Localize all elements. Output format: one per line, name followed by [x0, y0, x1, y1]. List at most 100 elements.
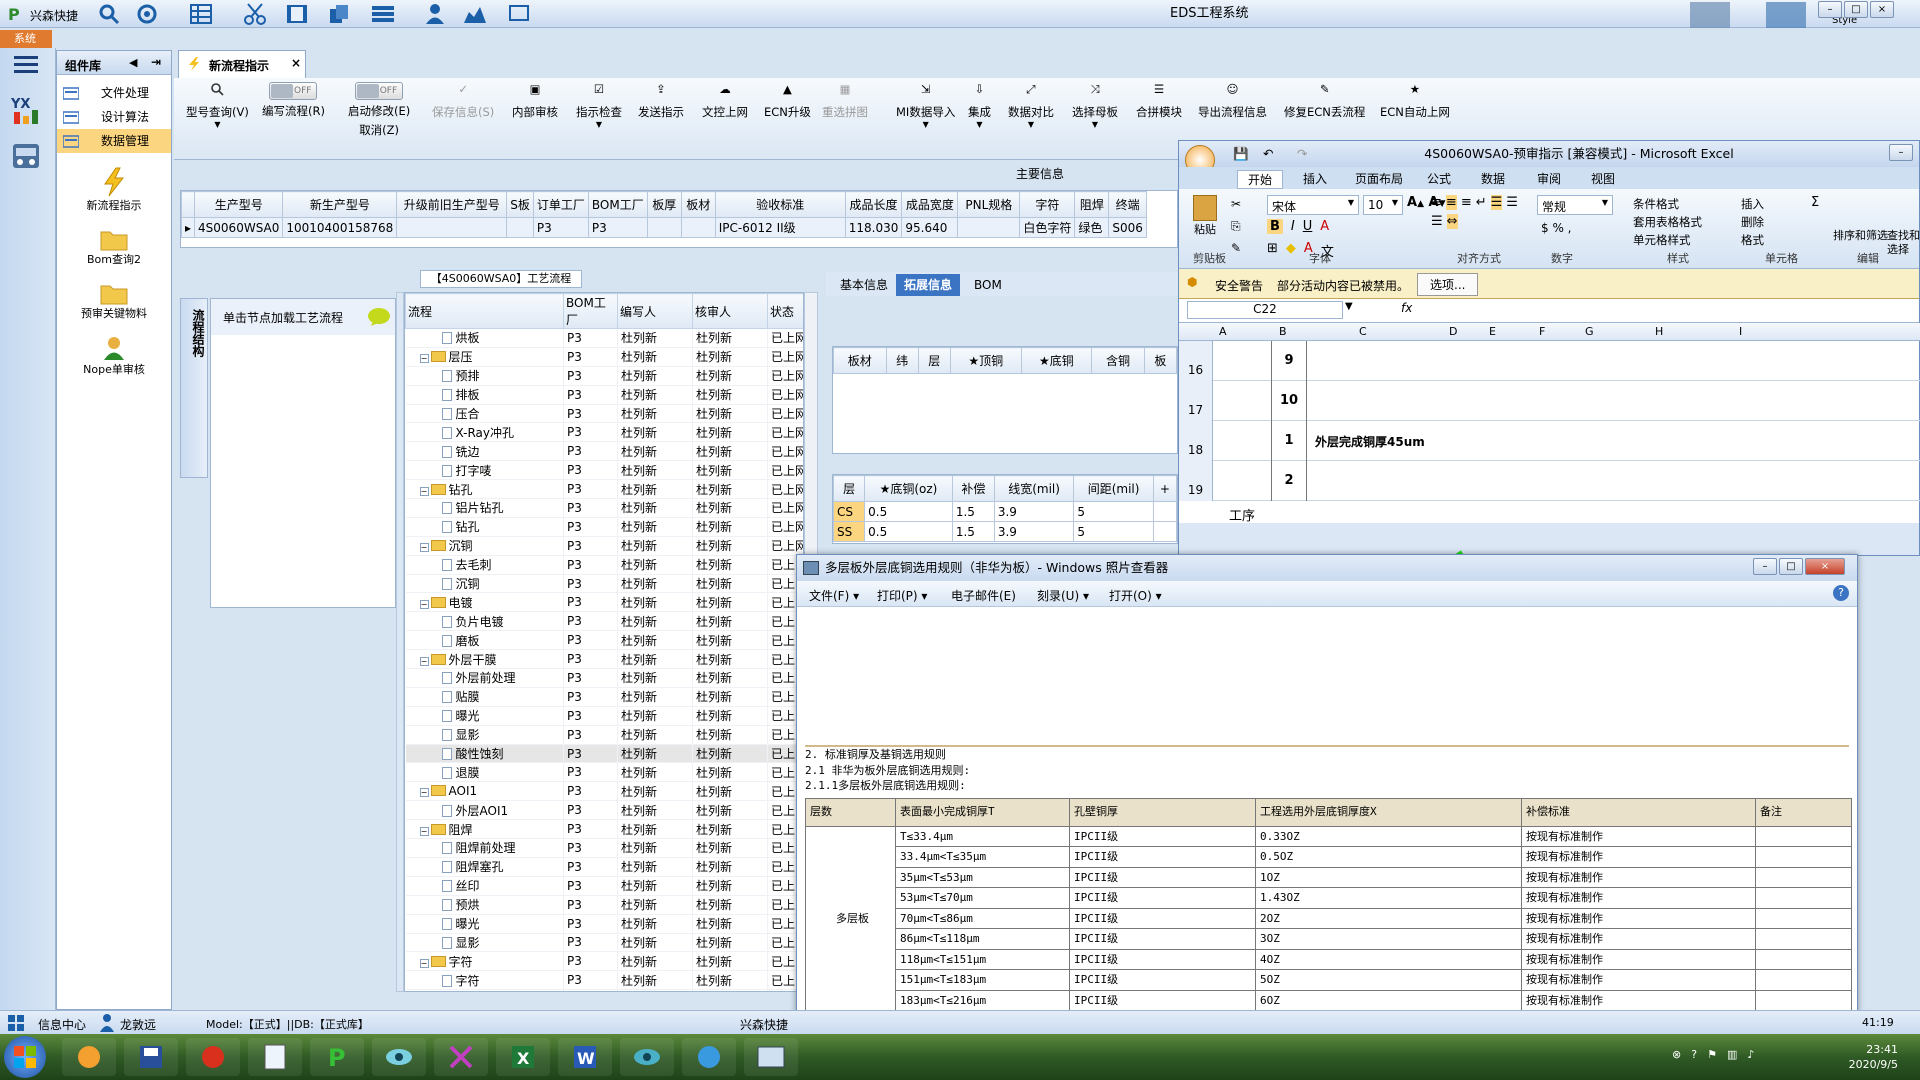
settings-panel-icon[interactable]: [10, 140, 42, 172]
comp-item-algorithm[interactable]: 设计算法: [57, 105, 171, 129]
tree-row[interactable]: 负片电镀 P3 杜列新 杜列新 已上网: [405, 611, 803, 632]
column-header[interactable]: 层: [917, 347, 951, 374]
underline-icon[interactable]: U: [1303, 219, 1313, 234]
excel-row-header[interactable]: 16: [1179, 341, 1213, 381]
tree-row[interactable]: 终固化P3杜列新杜列新已上网: [405, 989, 803, 991]
tree-row[interactable]: 压合 P3 杜列新 杜列新 已上网: [405, 404, 803, 424]
tree-node[interactable]: 贴膜: [405, 687, 564, 707]
menu-icon[interactable]: [14, 54, 38, 74]
expand-icon[interactable]: −: [419, 958, 429, 968]
tree-node[interactable]: − 层压: [405, 347, 564, 367]
taskbar-app-photo[interactable]: [744, 1038, 798, 1076]
column-header[interactable]: 流程: [405, 293, 564, 329]
refresh-icon[interactable]: [134, 2, 160, 26]
align-left-icon[interactable]: ☰: [1490, 195, 1503, 210]
tree-row[interactable]: − 阻焊 P3 杜列新 杜列新 已上网: [405, 819, 803, 840]
align-right-icon[interactable]: ☰: [1431, 214, 1443, 229]
flag-icon[interactable]: ⚑: [1707, 1048, 1717, 1061]
save-icon[interactable]: 💾: [1233, 141, 1249, 167]
cell-style-button[interactable]: 单元格样式: [1633, 231, 1702, 249]
excel-row[interactable]: 17 10: [1179, 381, 1920, 421]
comp-item-data[interactable]: 数据管理: [57, 129, 171, 153]
fill-color-icon[interactable]: ◆: [1286, 241, 1296, 260]
nope-review-item[interactable]: Nope单审核: [57, 335, 171, 377]
maximize-icon[interactable]: □: [1844, 1, 1868, 18]
new-flow-item[interactable]: 新流程指示: [57, 167, 171, 213]
expand-icon[interactable]: −: [419, 354, 429, 364]
copy-icon[interactable]: [326, 2, 352, 26]
excel-column-header[interactable]: F: [1539, 325, 1545, 338]
excel-row[interactable]: 16 9: [1179, 341, 1920, 381]
sum-icon[interactable]: Σ: [1811, 195, 1819, 210]
start-edit-toggle[interactable]: OFF 启动修改(E) 取消(Z): [348, 82, 410, 138]
taskbar-app-eye[interactable]: [372, 1038, 426, 1076]
namebox-dropdown-icon[interactable]: ▼: [1345, 301, 1353, 312]
wrap-text-icon[interactable]: ↵: [1476, 195, 1487, 210]
tree-row[interactable]: − 层压 P3 杜列新 杜列新 已上网: [405, 347, 803, 367]
taskbar-app-word[interactable]: W: [558, 1038, 612, 1076]
tree-row[interactable]: 钻孔 P3 杜列新 杜列新 已上网: [405, 517, 803, 537]
tree-node[interactable]: 钻孔: [405, 517, 564, 537]
tree-node[interactable]: 预烘: [405, 895, 564, 915]
column-header[interactable]: ★底铜(oz): [864, 475, 953, 502]
system-tab[interactable]: 系统: [0, 30, 52, 48]
tree-node[interactable]: 显影: [405, 725, 564, 745]
excel-row-header[interactable]: 18: [1179, 421, 1213, 461]
column-header[interactable]: 板材: [833, 347, 887, 374]
copy-icon[interactable]: ⎘: [1231, 215, 1241, 237]
tree-node[interactable]: 负片电镀: [405, 611, 564, 632]
taskbar-app-eye2[interactable]: [620, 1038, 674, 1076]
column-header[interactable]: 终端: [1108, 191, 1147, 218]
tree-row[interactable]: 丝印 P3 杜列新 杜列新 已上网: [405, 876, 803, 896]
tab-bom[interactable]: BOM: [966, 274, 1010, 296]
column-header[interactable]: 层: [832, 475, 866, 502]
taskbar-app-excel[interactable]: X: [496, 1038, 550, 1076]
excel-cell-b[interactable]: 9: [1271, 341, 1307, 381]
excel-column-header[interactable]: G: [1585, 325, 1594, 338]
toggle-switch[interactable]: OFF: [355, 82, 404, 100]
grid-icon[interactable]: [188, 2, 214, 26]
font-name-select[interactable]: 宋体 ▼: [1267, 195, 1359, 215]
volume-icon[interactable]: ♪: [1747, 1048, 1754, 1061]
tree-row[interactable]: − 沉铜 P3 杜列新 杜列新 已上网: [405, 536, 803, 556]
excel-tab[interactable]: 开始: [1237, 170, 1284, 189]
tree-node[interactable]: 打字唛: [405, 460, 564, 481]
tree-node[interactable]: 退膜: [405, 762, 564, 783]
column-header[interactable]: 成品宽度: [901, 191, 959, 218]
tree-node[interactable]: 字符: [405, 970, 564, 991]
column-header[interactable]: 验收标准: [714, 191, 846, 218]
close-tab-icon[interactable]: ×: [291, 56, 301, 70]
tree-row[interactable]: 显影 P3 杜列新 杜列新 已上网: [405, 725, 803, 745]
excel-cell-b[interactable]: 1: [1271, 421, 1307, 461]
sort-filter-button[interactable]: 排序和筛选: [1833, 229, 1888, 243]
clock[interactable]: 23:41 2020/9/5: [1849, 1042, 1898, 1072]
tree-row[interactable]: − 外层干膜 P3 杜列新 杜列新 已上网: [405, 649, 803, 670]
format-button[interactable]: 格式: [1741, 231, 1764, 249]
align-top-icon[interactable]: ≡: [1431, 195, 1442, 210]
tree-row[interactable]: 打字唛 P3 杜列新 杜列新 已上网: [405, 460, 803, 481]
column-header[interactable]: 编写人: [617, 293, 693, 329]
align-center-icon[interactable]: ☰: [1506, 195, 1518, 210]
key-material-item[interactable]: 预审关键物料: [57, 281, 171, 321]
font-size-select[interactable]: 10 ▼: [1363, 195, 1403, 215]
expand-icon[interactable]: −: [419, 826, 429, 836]
menu-open[interactable]: 打开(O) ▾: [1109, 587, 1162, 604]
app-window-buttons[interactable]: – □ ×: [1818, 1, 1894, 18]
table-cell[interactable]: [1152, 521, 1178, 542]
table-cell[interactable]: [1152, 501, 1178, 522]
expand-icon[interactable]: −: [419, 543, 429, 553]
tree-node[interactable]: 去毛刺: [405, 555, 564, 575]
excel-tab[interactable]: 数据: [1481, 170, 1505, 187]
excel-column-header[interactable]: I: [1739, 325, 1742, 338]
table-cell[interactable]: 5: [1073, 501, 1154, 522]
tree-row[interactable]: 烘板 P3 杜列新 杜列新 已上网: [405, 328, 803, 348]
list-icon[interactable]: [370, 2, 396, 26]
column-header[interactable]: BOM工厂: [563, 293, 618, 329]
model-query-button[interactable]: 型号查询(V) ▼: [186, 82, 249, 129]
tab-extend-info[interactable]: 拓展信息: [896, 274, 961, 296]
help-icon[interactable]: ?: [1691, 1048, 1697, 1061]
tree-node[interactable]: X-Ray冲孔: [405, 422, 564, 443]
menu-email[interactable]: 电子邮件(E): [951, 587, 1016, 604]
column-header[interactable]: BOM工厂: [587, 191, 648, 218]
table-cell[interactable]: 1.5: [951, 501, 995, 522]
